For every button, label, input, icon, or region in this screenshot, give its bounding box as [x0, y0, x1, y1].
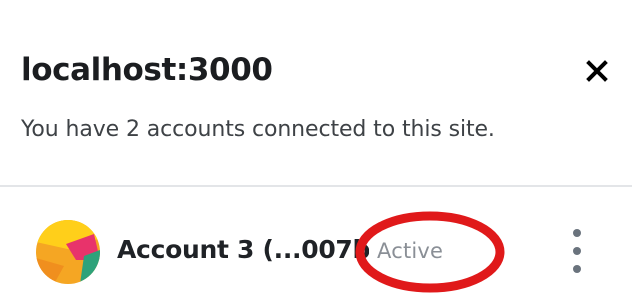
account-avatar [36, 220, 100, 284]
account-options-button[interactable] [566, 229, 588, 273]
vertical-dots-icon [573, 229, 581, 237]
site-title: localhost:3000 [21, 52, 273, 88]
connection-description: You have 2 accounts connected to this si… [21, 117, 495, 142]
highlight-circle-annotation [355, 211, 505, 293]
close-icon [586, 60, 608, 82]
account-name: Account 3 (...007b [117, 235, 369, 264]
close-button[interactable] [582, 56, 612, 86]
connected-accounts-popup: localhost:3000 You have 2 accounts conne… [0, 0, 632, 308]
divider [0, 185, 632, 187]
account-row[interactable]: Account 3 (...007b Active [0, 205, 632, 300]
popup-header: localhost:3000 [21, 52, 612, 92]
